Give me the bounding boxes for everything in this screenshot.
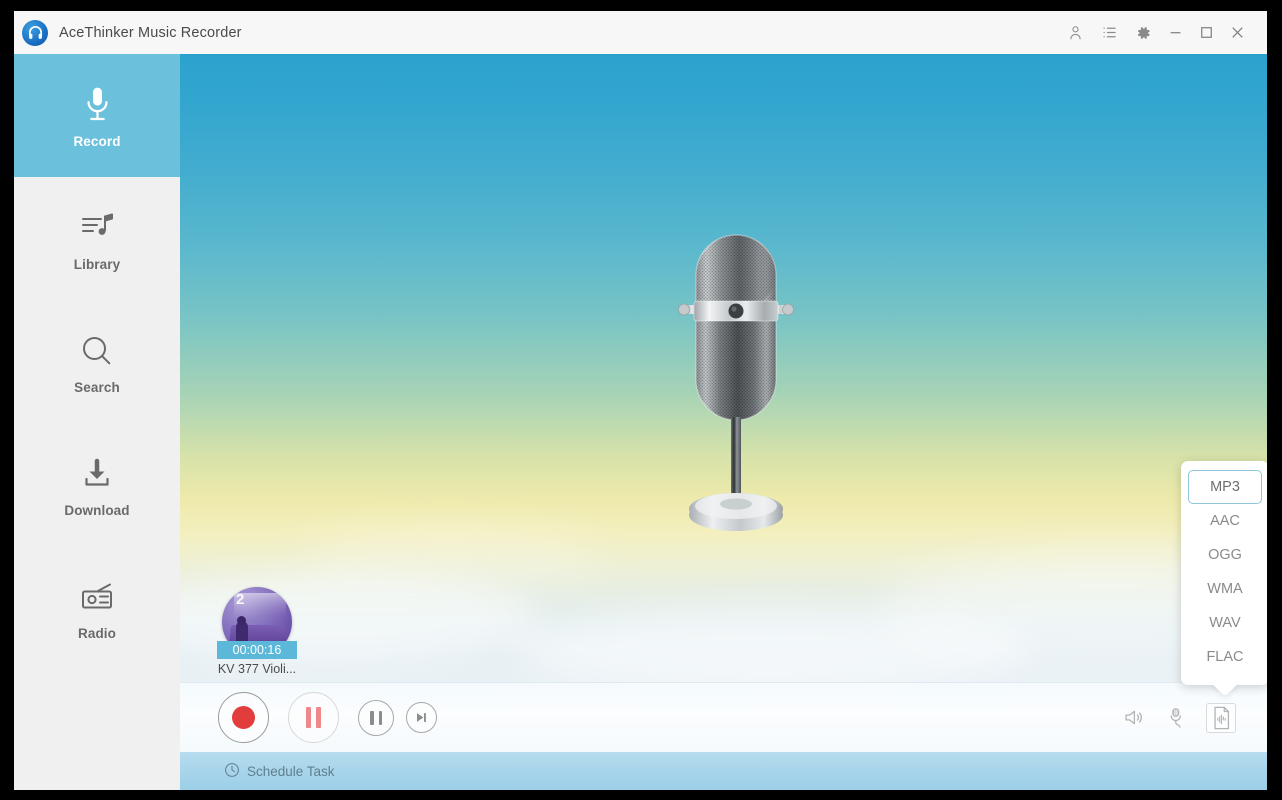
schedule-bar: Schedule Task bbox=[180, 752, 1267, 790]
recording-stage: 2 00:00:16 KV 377 Violi... bbox=[180, 54, 1267, 682]
sidebar-item-label: Search bbox=[74, 380, 120, 395]
pause-button[interactable] bbox=[288, 692, 339, 743]
utility-icons bbox=[1118, 702, 1236, 733]
audio-format-icon[interactable] bbox=[1206, 702, 1236, 733]
format-option-wav[interactable]: WAV bbox=[1188, 606, 1262, 640]
skip-end-icon bbox=[417, 713, 426, 722]
page-title: AceThinker Music Recorder bbox=[59, 24, 242, 41]
schedule-task-label: Schedule Task bbox=[247, 763, 335, 779]
sidebar-item-label: Download bbox=[64, 503, 130, 518]
sidebar-item-record[interactable]: Record bbox=[14, 54, 180, 177]
sidebar-item-download[interactable]: Download bbox=[14, 423, 180, 546]
skip-end-button[interactable] bbox=[406, 702, 437, 733]
window-actions bbox=[1058, 11, 1267, 54]
format-dropdown: MP3 AAC OGG WMA WAV FLAC bbox=[1181, 461, 1267, 685]
recording-thumbnail[interactable]: 2 00:00:16 KV 377 Violi... bbox=[216, 587, 298, 676]
format-option-flac[interactable]: FLAC bbox=[1188, 640, 1262, 674]
titlebar-spacer bbox=[1253, 32, 1267, 33]
headphones-icon bbox=[22, 19, 48, 46]
playback-control-bar bbox=[180, 682, 1267, 752]
clock-icon bbox=[224, 762, 240, 781]
radio-icon bbox=[79, 574, 115, 620]
playlist-music-icon bbox=[80, 205, 114, 251]
format-option-ogg[interactable]: OGG bbox=[1188, 538, 1262, 572]
pause-icon bbox=[306, 707, 321, 728]
close-icon[interactable] bbox=[1222, 11, 1253, 54]
sidebar-item-label: Library bbox=[73, 257, 121, 272]
album-art-figure-head bbox=[237, 616, 246, 625]
recordings-strip: 2 00:00:16 KV 377 Violi... bbox=[216, 547, 1267, 682]
maximize-icon[interactable] bbox=[1191, 11, 1222, 54]
recording-duration: 00:00:16 bbox=[217, 641, 297, 659]
sidebar-item-radio[interactable]: Radio bbox=[14, 546, 180, 669]
format-option-aac[interactable]: AAC bbox=[1188, 504, 1262, 538]
download-icon bbox=[80, 451, 114, 497]
transport-controls bbox=[218, 692, 437, 743]
pause-small-button[interactable] bbox=[358, 699, 394, 736]
format-option-mp3[interactable]: MP3 bbox=[1188, 470, 1262, 504]
record-icon bbox=[232, 706, 255, 729]
gear-icon[interactable] bbox=[1126, 11, 1160, 54]
sidebar-item-library[interactable]: Library bbox=[14, 177, 180, 300]
vintage-microphone-illustration bbox=[676, 229, 796, 549]
minimize-icon[interactable] bbox=[1160, 11, 1191, 54]
title-bar: AceThinker Music Recorder bbox=[14, 11, 1267, 54]
schedule-task-button[interactable]: Schedule Task bbox=[224, 762, 335, 781]
sidebar-item-label: Record bbox=[73, 134, 121, 149]
main-content: 2 00:00:16 KV 377 Violi... Schedule Task… bbox=[180, 54, 1267, 790]
volume-icon[interactable] bbox=[1118, 703, 1148, 733]
account-icon[interactable] bbox=[1058, 11, 1092, 54]
recording-title: KV 377 Violi... bbox=[217, 662, 297, 676]
sidebar: Record Library Search Download Radio bbox=[14, 54, 180, 790]
record-button[interactable] bbox=[218, 692, 269, 743]
pause-icon bbox=[370, 710, 382, 725]
microphone-plug-icon[interactable] bbox=[1162, 703, 1192, 733]
search-icon bbox=[80, 328, 114, 374]
sidebar-item-label: Radio bbox=[77, 626, 116, 641]
application-window: AceThinker Music Recorder Record Library… bbox=[14, 11, 1267, 790]
list-icon[interactable] bbox=[1092, 11, 1126, 54]
format-option-wma[interactable]: WMA bbox=[1188, 572, 1262, 606]
album-art-number: 2 bbox=[236, 591, 245, 608]
sidebar-item-search[interactable]: Search bbox=[14, 300, 180, 423]
microphone-icon bbox=[84, 82, 111, 128]
